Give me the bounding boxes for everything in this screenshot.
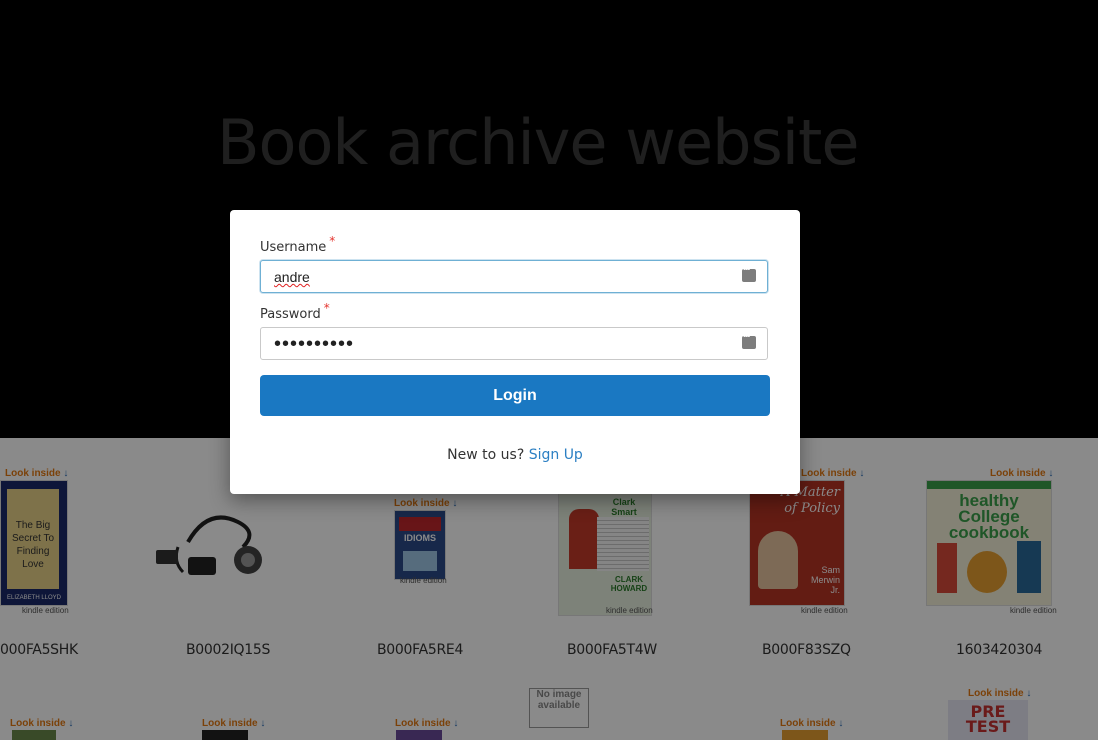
signup-prompt: New to us? Sign Up	[230, 447, 800, 463]
password-value: ••••••••••	[274, 333, 355, 355]
required-mark: *	[329, 234, 336, 248]
password-label: Password *	[260, 301, 330, 322]
login-button[interactable]: Login	[260, 375, 770, 416]
username-value: andre	[274, 269, 310, 285]
signup-link[interactable]: Sign Up	[529, 447, 583, 463]
login-dialog: Username* andre Password* •••••••••• Log…	[230, 210, 800, 494]
username-label: Username *	[260, 234, 336, 255]
password-input[interactable]: ••••••••••	[260, 327, 768, 360]
password-manager-icon[interactable]	[742, 264, 756, 282]
username-input[interactable]: andre	[260, 260, 768, 293]
required-mark: *	[323, 301, 330, 315]
new-user-text: New to us?	[447, 447, 525, 463]
password-manager-icon[interactable]	[742, 331, 756, 349]
